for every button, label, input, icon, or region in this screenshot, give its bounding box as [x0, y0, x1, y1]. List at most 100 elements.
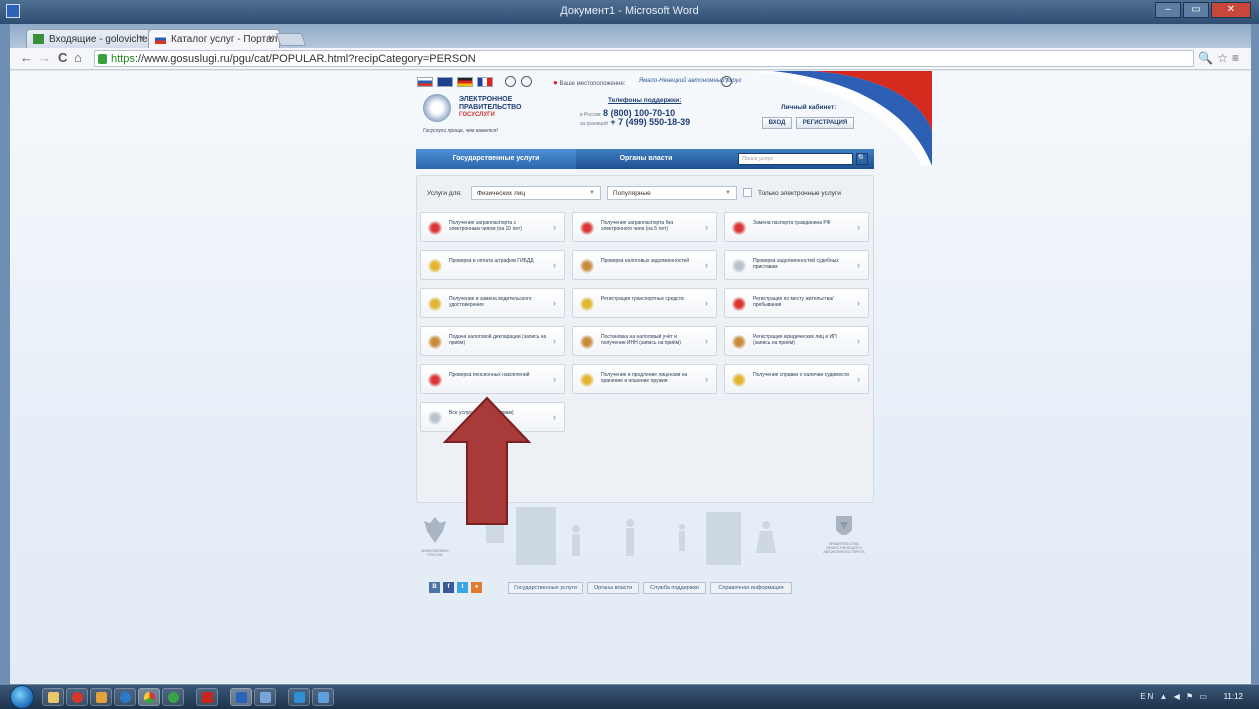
service-card[interactable]: Проверка налоговых задолженностей ›: [572, 250, 717, 280]
forward-button[interactable]: →: [38, 50, 51, 65]
service-card[interactable]: Получение и продление лицензии на хранен…: [572, 364, 717, 394]
footer-link-services[interactable]: Государственные услуги: [508, 582, 583, 594]
service-card[interactable]: Регистрация транспортных средств ›: [572, 288, 717, 318]
toolbar-right-icons[interactable]: 🔍☆≡: [1198, 51, 1243, 65]
service-card[interactable]: Проверка пенсионных накоплений ›: [420, 364, 565, 394]
tab-mail[interactable]: Входящие - golovicherg ×: [26, 29, 151, 48]
chevron-right-icon: ›: [705, 298, 708, 308]
taskbar-opera[interactable]: [66, 688, 88, 706]
service-card-label: Получение и замена водительского удостов…: [449, 296, 532, 308]
location-help-icon[interactable]: ?: [721, 76, 732, 87]
recipient-select[interactable]: Физических лиц ▼: [471, 186, 601, 200]
support-abroad-phone: + 7 (499) 550-18-39: [610, 117, 691, 127]
system-tray[interactable]: EN ▲ ◀ ⚑ ▭: [1140, 692, 1209, 701]
location-label-wrap: ● Ваше местоположение:: [553, 78, 625, 87]
search-input[interactable]: Поиск услуг: [738, 153, 853, 165]
accessibility-icon[interactable]: [505, 76, 516, 87]
taskbar-media[interactable]: [90, 688, 112, 706]
tab-gosuslugi[interactable]: Каталог услуг - Портал г ×: [148, 29, 280, 48]
service-emblem-icon: [428, 411, 442, 425]
flag-icon: [155, 34, 166, 44]
service-card[interactable]: Регистрация по месту жительства/пребыван…: [724, 288, 869, 318]
service-emblem-icon: [580, 221, 594, 235]
service-card-label: Регистрация транспортных средств: [601, 296, 684, 302]
tab-close-icon[interactable]: ×: [268, 33, 274, 44]
taskbar-chrome-2[interactable]: [162, 688, 184, 706]
folder-icon: [48, 692, 59, 703]
new-tab-button[interactable]: [275, 33, 307, 46]
service-card[interactable]: Проверка и оплата штрафов ГИБДД ›: [420, 250, 565, 280]
url-scheme: https: [111, 53, 135, 65]
clock[interactable]: 11:12: [1224, 692, 1243, 701]
service-card[interactable]: Регистрация юридических лиц и ИП (запись…: [724, 326, 869, 356]
address-bar[interactable]: https://www.gosuslugi.ru/pgu/cat/POPULAR…: [94, 50, 1194, 67]
nav-services[interactable]: Государственные услуги: [416, 149, 576, 169]
taskbar-app-3[interactable]: [312, 688, 334, 706]
sort-select[interactable]: Популярные ▼: [607, 186, 737, 200]
twitter-icon[interactable]: t: [457, 582, 468, 593]
login-button[interactable]: ВХОД: [762, 117, 792, 129]
taskbar-acrobat[interactable]: [196, 688, 218, 706]
support-abroad-label: за границей: [580, 121, 608, 127]
minkomsvyaz-caption: МИНКОМСВЯЗЬ РОССИИ: [421, 549, 449, 557]
app-icon: [294, 692, 305, 703]
minimize-button[interactable]: –: [1155, 2, 1181, 18]
taskbar: EN ▲ ◀ ⚑ ▭ 11:12: [0, 684, 1259, 709]
maximize-button[interactable]: ▭: [1183, 2, 1209, 18]
logo-text[interactable]: ЭЛЕКТРОННОЕ ПРАВИТЕЛЬСТВО: [459, 96, 549, 112]
tab-close-icon[interactable]: ×: [139, 33, 145, 44]
start-button[interactable]: [10, 685, 34, 709]
chevron-right-icon: ›: [705, 222, 708, 232]
taskbar-word[interactable]: [230, 688, 252, 706]
service-card-label: Получение справки о наличии судимости: [753, 372, 849, 378]
taskbar-firefox[interactable]: [114, 688, 136, 706]
rss-icon[interactable]: ●: [471, 582, 482, 593]
service-card[interactable]: Получение и замена водительского удостов…: [420, 288, 565, 318]
taskbar-app[interactable]: [254, 688, 276, 706]
service-card[interactable]: Проверка задолженностей судебных пристав…: [724, 250, 869, 280]
nav-authorities[interactable]: Органы власти: [576, 149, 716, 169]
footer-link-authorities[interactable]: Органы власти: [587, 582, 639, 594]
electronic-only-label[interactable]: Только электронные услуги: [758, 190, 841, 197]
chevron-right-icon: ›: [553, 222, 556, 232]
lang-ru-icon[interactable]: [417, 77, 433, 87]
tab-label: Каталог услуг - Портал г: [171, 34, 280, 45]
service-emblem-icon: [428, 259, 442, 273]
back-button[interactable]: ←: [20, 50, 33, 65]
service-emblem-icon: [732, 373, 746, 387]
lang-en-icon[interactable]: [437, 77, 453, 87]
service-card[interactable]: Замена паспорта гражданина РФ ›: [724, 212, 869, 242]
taskbar-explorer[interactable]: [42, 688, 64, 706]
home-button[interactable]: ⌂: [74, 50, 82, 65]
taskbar-chrome[interactable]: [138, 688, 160, 706]
service-card[interactable]: Подача налоговой декларации (запись на п…: [420, 326, 565, 356]
register-button[interactable]: РЕГИСТРАЦИЯ: [796, 117, 854, 129]
logo-line3: ГОСУСЛУГИ: [459, 112, 495, 118]
footer-link-reference[interactable]: Справочная информация: [710, 582, 792, 594]
yanao-government-caption: ПРАВИТЕЛЬСТВО ЯМАЛО-НЕНЕЦКОГО АВТОНОМНОГ…: [823, 542, 865, 554]
chevron-down-icon: ▼: [589, 190, 595, 196]
service-card[interactable]: Получение загранпаспорта без электронног…: [572, 212, 717, 242]
footer-link-support[interactable]: Служба поддержки: [643, 582, 706, 594]
service-card[interactable]: Постановка на налоговый учёт и получение…: [572, 326, 717, 356]
service-card[interactable]: Получение загранпаспорта с электронным ч…: [420, 212, 565, 242]
settings-icon[interactable]: [521, 76, 532, 87]
support-phones-title[interactable]: Телефоны поддержки:: [608, 97, 681, 104]
service-card[interactable]: Получение справки о наличии судимости ›: [724, 364, 869, 394]
lang-de-icon[interactable]: [457, 77, 473, 87]
lang-fr-icon[interactable]: [477, 77, 493, 87]
vk-icon[interactable]: В: [429, 582, 440, 593]
facebook-icon[interactable]: f: [443, 582, 454, 593]
lock-icon: [98, 54, 107, 64]
main-nav: Государственные услуги Органы власти Пои…: [416, 149, 874, 169]
reload-button[interactable]: C: [58, 50, 67, 65]
gosuslugi-logo-icon[interactable]: [423, 94, 451, 122]
service-emblem-icon: [428, 373, 442, 387]
electronic-only-checkbox[interactable]: [743, 188, 752, 197]
search-icon[interactable]: 🔍: [856, 153, 868, 165]
taskbar-app-2[interactable]: [288, 688, 310, 706]
close-button[interactable]: ✕: [1211, 2, 1251, 18]
service-card-label: Регистрация юридических лиц и ИП (запись…: [753, 334, 837, 346]
window-controls: – ▭ ✕: [1155, 2, 1251, 18]
service-card-label: Проверка и оплата штрафов ГИБДД: [449, 258, 534, 264]
